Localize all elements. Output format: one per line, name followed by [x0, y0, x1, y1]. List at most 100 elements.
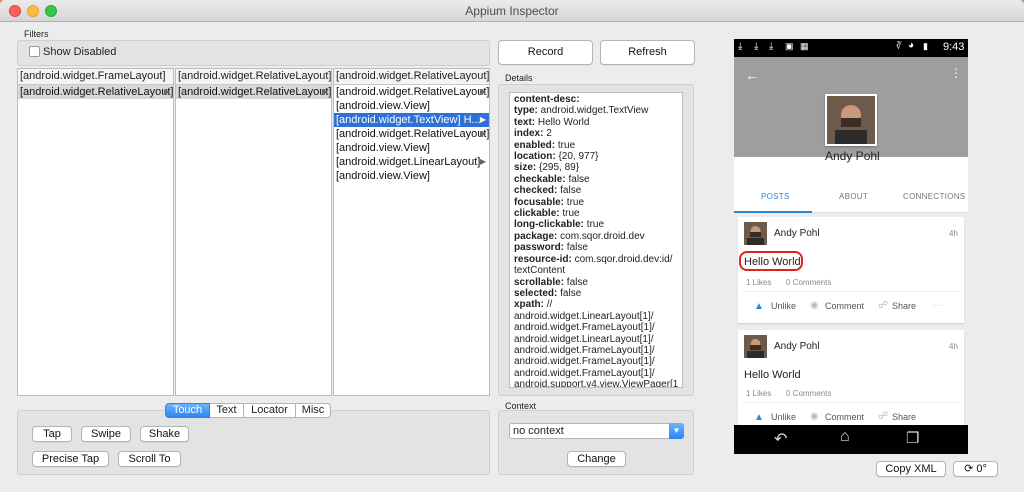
hierarchy-node[interactable]: [android.view.View] — [334, 169, 489, 183]
shake-button[interactable]: Shake — [140, 426, 189, 442]
hierarchy-node[interactable]: [android.view.View] — [334, 99, 489, 113]
detail-value: com.sqor.droid.dev:id/ — [571, 253, 673, 265]
scroll-to-button[interactable]: Scroll To — [118, 451, 181, 467]
wifi-icon: ◕ — [908, 40, 915, 51]
detail-value: false — [565, 173, 590, 185]
close-window-button[interactable] — [9, 5, 21, 17]
detail-row: android.widget.FrameLayout[1]/ — [514, 345, 678, 356]
tab-about[interactable]: ABOUT — [839, 192, 868, 201]
window-title: Appium Inspector — [465, 4, 559, 18]
hierarchy-column-3[interactable]: [android.widget.RelativeLayout] [android… — [333, 68, 490, 396]
home-nav-icon[interactable]: ⌂ — [840, 428, 850, 446]
rotate-button[interactable]: ⟳ 0° — [953, 461, 998, 477]
tap-button[interactable]: Tap — [32, 426, 72, 442]
share-icon: ☍ — [878, 411, 889, 422]
post-text: Hello World — [744, 369, 801, 381]
comment-button[interactable]: Comment — [825, 301, 864, 311]
actions-tab-control: Touch Text Locator Misc — [165, 403, 331, 418]
hierarchy-node[interactable]: [android.widget.TextView] H... ▶ — [334, 113, 489, 127]
hierarchy-node[interactable]: [android.widget.RelativeLayout] ▶ — [334, 85, 489, 99]
refresh-button[interactable]: Refresh — [600, 40, 695, 65]
detail-row: focusable: true — [514, 197, 678, 208]
detail-row: android.support.v4.view.ViewPager[1 — [514, 379, 679, 388]
details-label: Details — [505, 73, 533, 83]
hierarchy-column-1[interactable]: [android.widget.FrameLayout] [android.wi… — [17, 68, 174, 396]
detail-row: package: com.sqor.droid.dev — [514, 231, 678, 242]
detail-key: long-clickable: — [514, 219, 585, 231]
details-text-area[interactable]: content-desc: type: android.widget.TextVi… — [509, 92, 683, 388]
swipe-button[interactable]: Swipe — [81, 426, 131, 442]
post-time: 4h — [949, 229, 958, 238]
hierarchy-node[interactable]: [android.widget.RelativeLayout] ▶ — [334, 127, 489, 141]
device-screen[interactable]: ⤓ ⤓ ⤓ ▣ ▦ ∛ ◕ ▮ 9:43 ← ⋮ Andy Pohl POSTS — [734, 39, 968, 454]
unlike-button[interactable]: Unlike — [771, 301, 796, 311]
comment-button[interactable]: Comment — [825, 412, 864, 422]
detail-row: type: android.widget.TextView — [514, 105, 678, 116]
rotation-value: 0° — [976, 463, 987, 475]
detail-value: android.widget.TextView — [537, 105, 649, 117]
detail-value: android.support.v4.view.ViewPager[1 — [514, 379, 679, 388]
detail-value: android.widget.FrameLayout[1]/ — [514, 356, 655, 368]
hierarchy-node-label: [android.view.View] — [336, 170, 430, 182]
status-time: 9:43 — [943, 41, 965, 53]
show-disabled-checkbox[interactable] — [29, 46, 40, 57]
tab-text[interactable]: Text — [210, 403, 244, 418]
detail-row: xpath: // — [514, 299, 678, 310]
detail-key: xpath: — [514, 299, 544, 311]
detail-row: index: 2 — [514, 128, 678, 139]
change-context-button[interactable]: Change — [567, 451, 626, 467]
detail-row: checked: false — [514, 185, 678, 196]
expand-arrow-icon: ▶ — [479, 115, 486, 124]
tab-posts[interactable]: POSTS — [761, 192, 790, 201]
hierarchy-node-label: [android.widget.RelativeLayout] — [336, 128, 489, 140]
context-select[interactable]: no context ▼ — [509, 423, 684, 439]
context-select-value: no context — [513, 425, 564, 437]
hierarchy-column-2[interactable]: [android.widget.RelativeLayout] [android… — [175, 68, 332, 396]
detail-value: false — [557, 185, 582, 197]
tab-touch[interactable]: Touch — [165, 403, 210, 418]
post-author: Andy Pohl — [774, 341, 820, 352]
hierarchy-node[interactable]: [android.widget.RelativeLayout] ▶ — [18, 85, 173, 99]
detail-value: true — [555, 139, 576, 151]
detail-value: false — [557, 287, 582, 299]
detail-value: com.sqor.droid.dev — [557, 230, 645, 242]
expand-arrow-icon: ▶ — [479, 129, 486, 138]
detail-row: content-desc: — [514, 94, 678, 105]
overflow-menu-icon[interactable]: ⋮ — [950, 66, 962, 80]
briefcase-icon: ▣ — [785, 41, 794, 51]
hierarchy-node[interactable]: [android.widget.RelativeLayout] ▶ — [176, 85, 331, 99]
detail-row: android.widget.FrameLayout[1]/ — [514, 368, 678, 379]
detail-key: type: — [514, 105, 538, 117]
detail-value: true — [584, 219, 605, 231]
hierarchy-node[interactable]: [android.widget.LinearLayout] ▶ — [334, 155, 489, 169]
detail-value: {20, 977} — [555, 151, 599, 163]
unlike-button[interactable]: Unlike — [771, 412, 796, 422]
record-button[interactable]: Record — [498, 40, 593, 65]
share-button[interactable]: Share — [892, 412, 916, 422]
detail-key: index: — [514, 128, 544, 140]
detail-value: android.widget.FrameLayout[1]/ — [514, 367, 655, 379]
detail-row: android.widget.LinearLayout[1]/ — [514, 311, 678, 322]
copy-xml-button[interactable]: Copy XML — [876, 461, 946, 477]
download-icon: ⤓ — [754, 41, 759, 52]
hierarchy-node[interactable]: [android.view.View] — [334, 141, 489, 155]
back-nav-icon[interactable]: ↶ — [774, 429, 787, 449]
precise-tap-button[interactable]: Precise Tap — [32, 451, 109, 467]
detail-row: long-clickable: true — [514, 219, 678, 230]
share-button[interactable]: Share — [892, 301, 916, 311]
more-options-icon[interactable]: … — [933, 298, 943, 309]
tab-misc[interactable]: Misc — [296, 403, 331, 418]
back-arrow-icon[interactable]: ← — [745, 67, 759, 83]
post-card[interactable]: Andy Pohl 4h Hello World 1 Likes 0 Comme… — [738, 330, 964, 430]
tab-connections[interactable]: CONNECTIONS — [903, 192, 965, 201]
comment-icon: ◉ — [810, 300, 819, 311]
filters-label: Filters — [24, 29, 49, 39]
tab-locator[interactable]: Locator — [244, 403, 296, 418]
detail-value: textContent — [514, 265, 566, 277]
post-text: Hello World — [744, 256, 801, 268]
maximize-window-button[interactable] — [45, 5, 57, 17]
minimize-window-button[interactable] — [27, 5, 39, 17]
detail-value: false — [564, 242, 588, 254]
post-card[interactable]: Andy Pohl 4h Hello World 1 Likes 0 Comme… — [738, 217, 964, 323]
recents-nav-icon[interactable]: ❐ — [906, 429, 919, 447]
